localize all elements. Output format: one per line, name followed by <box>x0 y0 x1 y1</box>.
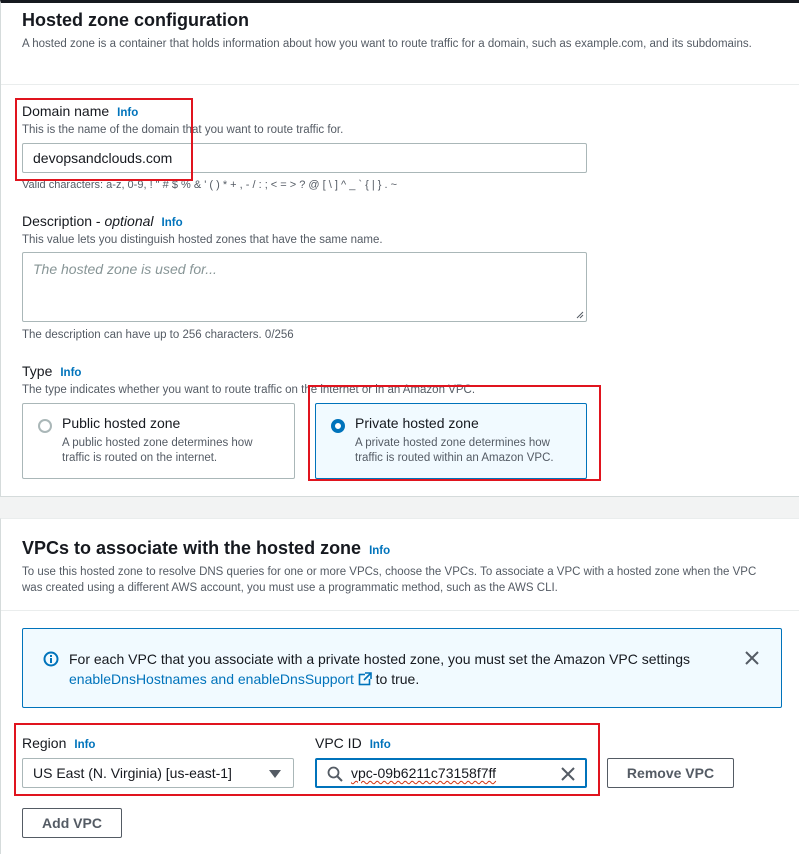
vpc-id-info-link[interactable]: Info <box>370 739 391 751</box>
public-zone-title: Public hosted zone <box>62 415 181 431</box>
caret-down-icon <box>269 770 281 778</box>
vpc-id-input[interactable]: vpc-09b6211c73158f7ff <box>315 758 587 788</box>
search-icon <box>327 766 343 782</box>
vpc-id-value: vpc-09b6211c73158f7ff <box>351 765 497 781</box>
radio-public-hosted-zone[interactable]: Public hosted zone A public hosted zone … <box>22 403 295 479</box>
domain-name-input[interactable]: devopsandclouds.com <box>22 143 587 173</box>
alert-message: For each VPC that you associate with a p… <box>69 649 729 689</box>
domain-name-label: Domain name Info <box>22 103 138 119</box>
vpcs-title-text: VPCs to associate with the hosted zone <box>22 538 362 558</box>
divider <box>1 84 799 85</box>
divider <box>1 610 799 611</box>
description-constraint: The description can have up to 256 chara… <box>22 329 294 341</box>
vpcs-description: To use this hosted zone to resolve DNS q… <box>22 566 757 594</box>
description-textarea[interactable]: The hosted zone is used for... <box>22 252 587 322</box>
vpcs-info-link[interactable]: Info <box>369 545 390 557</box>
vpcs-panel: VPCs to associate with the hosted zone In… <box>0 518 799 854</box>
domain-name-value: devopsandclouds.com <box>33 150 173 166</box>
alert-text-before: For each VPC that you associate with a p… <box>69 651 690 667</box>
external-link-icon[interactable] <box>358 672 372 686</box>
vpc-id-label: VPC ID Info <box>315 735 391 751</box>
type-hint: The type indicates whether you want to r… <box>22 384 476 396</box>
close-icon[interactable] <box>745 651 759 665</box>
radio-private-hosted-zone[interactable]: Private hosted zone A private hosted zon… <box>315 403 587 479</box>
description-info-link[interactable]: Info <box>162 217 183 229</box>
hosted-zone-panel: Hosted zone configuration A hosted zone … <box>0 0 799 497</box>
description-placeholder: The hosted zone is used for... <box>33 261 217 277</box>
domain-name-label-text: Domain name <box>22 103 110 119</box>
hosted-zone-description: A hosted zone is a container that holds … <box>22 38 752 50</box>
private-zone-desc: A private hosted zone determines how tra… <box>355 437 554 464</box>
description-label-text: Description - <box>22 213 105 229</box>
description-optional-text: optional <box>104 213 154 229</box>
radio-button-private[interactable] <box>331 419 345 433</box>
type-info-link[interactable]: Info <box>60 367 81 379</box>
domain-name-hint: This is the name of the domain that you … <box>22 124 344 136</box>
private-zone-title: Private hosted zone <box>355 415 479 431</box>
info-alert: For each VPC that you associate with a p… <box>22 628 782 708</box>
type-label: Type Info <box>22 363 81 379</box>
region-select[interactable]: US East (N. Virginia) [us-east-1] <box>22 758 294 788</box>
region-label: Region Info <box>22 735 95 751</box>
vpc-id-label-text: VPC ID <box>315 735 362 751</box>
add-vpc-button[interactable]: Add VPC <box>22 808 122 838</box>
clear-icon[interactable] <box>561 767 575 781</box>
region-label-text: Region <box>22 735 67 751</box>
info-circle-icon <box>43 651 59 667</box>
region-info-link[interactable]: Info <box>74 739 95 751</box>
domain-info-link[interactable]: Info <box>117 107 138 119</box>
domain-valid-characters: Valid characters: a-z, 0-9, ! " # $ % & … <box>22 179 397 191</box>
type-label-text: Type <box>22 363 53 379</box>
hosted-zone-title: Hosted zone configuration <box>22 10 249 30</box>
description-hint: This value lets you distinguish hosted z… <box>22 234 383 246</box>
resize-handle-icon[interactable] <box>576 311 584 319</box>
description-label: Description - optional Info <box>22 213 183 229</box>
remove-vpc-button[interactable]: Remove VPC <box>607 758 734 788</box>
vpcs-title: VPCs to associate with the hosted zone In… <box>22 538 390 559</box>
alert-text-after: to true. <box>375 671 420 687</box>
radio-button-public[interactable] <box>38 419 52 433</box>
dns-settings-link[interactable]: enableDnsHostnames and enableDnsSupport <box>69 671 354 687</box>
public-zone-desc: A public hosted zone determines how traf… <box>62 437 253 464</box>
region-select-value: US East (N. Virginia) [us-east-1] <box>33 765 232 781</box>
